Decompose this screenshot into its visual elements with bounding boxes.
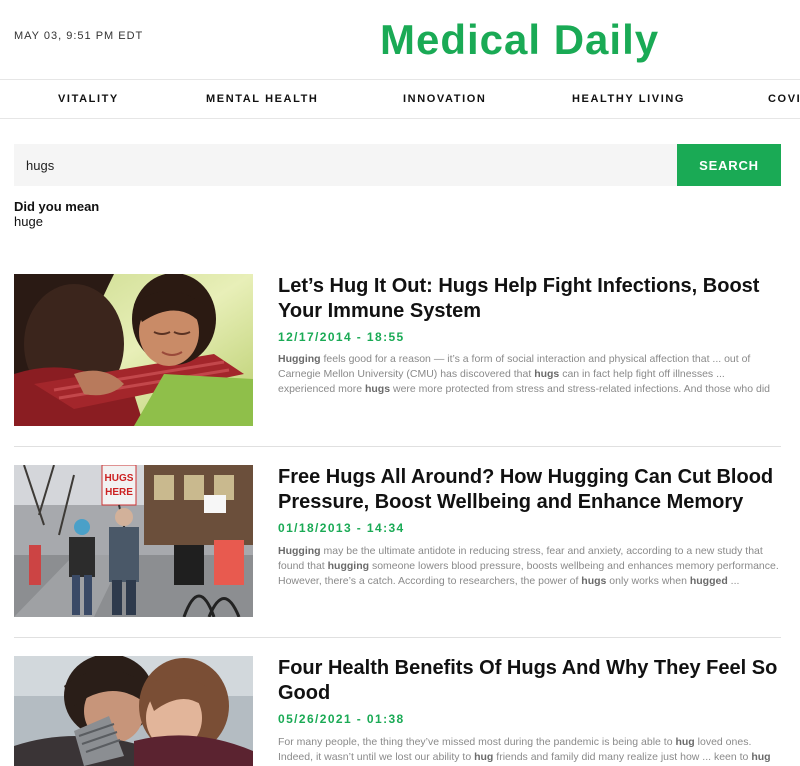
result-snippet: Hugging feels good for a reason — it’s a… bbox=[278, 352, 783, 400]
nav-item-innovation[interactable]: INNOVATION bbox=[403, 93, 486, 105]
snippet-highlight: hugged bbox=[689, 575, 728, 587]
sign-text-line-1: HUGS bbox=[105, 473, 134, 484]
snippet-highlight: hugs bbox=[534, 368, 560, 380]
street-photo-icon[interactable]: HUGS HERE bbox=[14, 465, 253, 617]
site-logo[interactable]: Medical Daily bbox=[380, 16, 659, 64]
header: MAY 03, 9:51 PM EDT Medical Daily bbox=[0, 0, 800, 80]
search-result: HUGS HERE Free Hugs All Around? How Hugg… bbox=[14, 465, 781, 625]
did-you-mean-suggestion[interactable]: huge bbox=[14, 214, 43, 229]
result-snippet: For many people, the thing they’ve misse… bbox=[278, 735, 783, 766]
nav-item-covid[interactable]: COVI bbox=[768, 93, 800, 105]
result-date: 05/26/2021 - 01:38 bbox=[278, 712, 405, 726]
search-result: Four Health Benefits Of Hugs And Why The… bbox=[14, 656, 781, 766]
snippet-highlight: hugs bbox=[364, 383, 391, 395]
snippet-text: ... bbox=[727, 575, 740, 587]
main-nav: VITALITY MENTAL HEALTH INNOVATION HEALTH… bbox=[0, 81, 800, 119]
result-date: 12/17/2014 - 18:55 bbox=[278, 330, 405, 344]
result-divider bbox=[14, 446, 781, 447]
sign-text-line-2: HERE bbox=[105, 487, 133, 498]
result-date: 01/18/2013 - 14:34 bbox=[278, 521, 405, 535]
snippet-highlight: hug bbox=[751, 751, 771, 763]
snippet-highlight: Hugging bbox=[278, 545, 321, 557]
did-you-mean-label: Did you mean bbox=[14, 199, 100, 214]
snippet-highlight: hug bbox=[474, 751, 494, 763]
snippet-highlight: hugging bbox=[327, 560, 370, 572]
result-title[interactable]: Let’s Hug It Out: Hugs Help Fight Infect… bbox=[278, 274, 783, 324]
search-input[interactable] bbox=[14, 144, 677, 186]
nav-item-mental-health[interactable]: MENTAL HEALTH bbox=[206, 93, 318, 105]
snippet-text: friends and family did many realize just… bbox=[493, 751, 752, 763]
search-button[interactable]: SEARCH bbox=[677, 144, 781, 186]
result-snippet: Hugging may be the ultimate antidote in … bbox=[278, 544, 783, 592]
snippet-highlight: hugs bbox=[581, 575, 607, 587]
snippet-highlight: hug bbox=[675, 736, 695, 748]
snippet-highlight: Hugging bbox=[278, 353, 321, 365]
dateline: MAY 03, 9:51 PM EDT bbox=[14, 30, 144, 42]
hug-photo-icon[interactable] bbox=[14, 274, 253, 426]
couple-hug-photo-icon[interactable] bbox=[14, 656, 253, 766]
search-result: Let’s Hug It Out: Hugs Help Fight Infect… bbox=[14, 274, 781, 434]
snippet-text: only works when bbox=[606, 575, 690, 587]
result-title[interactable]: Free Hugs All Around? How Hugging Can Cu… bbox=[278, 465, 783, 515]
snippet-text: For many people, the thing they’ve misse… bbox=[278, 736, 676, 748]
result-title[interactable]: Four Health Benefits Of Hugs And Why The… bbox=[278, 656, 783, 706]
nav-item-vitality[interactable]: VITALITY bbox=[58, 93, 119, 105]
nav-item-healthy-living[interactable]: HEALTHY LIVING bbox=[572, 93, 685, 105]
result-divider bbox=[14, 637, 781, 638]
